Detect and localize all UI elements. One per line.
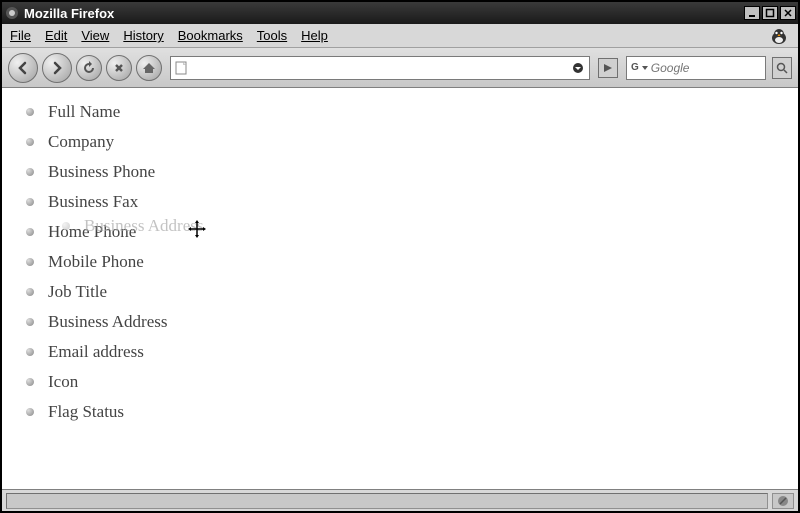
stop-button[interactable]	[106, 55, 132, 81]
mascot-icon	[768, 25, 790, 47]
list-item-label: Full Name	[48, 102, 120, 122]
list-item-label: Business Address	[48, 312, 167, 332]
menu-edit[interactable]: Edit	[45, 28, 67, 43]
sortable-list: Full Name Company Business Phone Busines…	[2, 88, 798, 446]
menu-file[interactable]: File	[10, 28, 31, 43]
home-button[interactable]	[136, 55, 162, 81]
bullet-icon	[26, 348, 34, 356]
back-button[interactable]	[8, 53, 38, 83]
list-item[interactable]: Mobile Phone	[26, 252, 774, 272]
list-item[interactable]: Home Phone	[26, 222, 774, 242]
list-item[interactable]: Icon	[26, 372, 774, 392]
menu-history[interactable]: History	[123, 28, 163, 43]
bullet-icon	[26, 228, 34, 236]
list-item[interactable]: Job Title	[26, 282, 774, 302]
bullet-icon	[26, 318, 34, 326]
list-item-label: Job Title	[48, 282, 107, 302]
list-item-label: Home Phone	[48, 222, 136, 242]
bullet-icon	[26, 408, 34, 416]
search-engine-dropdown-icon[interactable]	[641, 64, 649, 72]
reload-button[interactable]	[76, 55, 102, 81]
statusbar	[2, 489, 798, 511]
bullet-icon	[26, 288, 34, 296]
bullet-icon	[26, 108, 34, 116]
maximize-button[interactable]	[762, 6, 778, 20]
list-item-label: Flag Status	[48, 402, 124, 422]
list-item[interactable]: Company	[26, 132, 774, 152]
page-icon	[175, 61, 189, 75]
list-item[interactable]: Business Fax	[26, 192, 774, 212]
list-item-label: Company	[48, 132, 114, 152]
close-button[interactable]	[780, 6, 796, 20]
list-item-label: Business Phone	[48, 162, 155, 182]
list-item[interactable]: Business Phone	[26, 162, 774, 182]
search-engine-icon[interactable]: G	[631, 61, 639, 75]
list-item[interactable]: Email address	[26, 342, 774, 362]
titlebar: Mozilla Firefox	[2, 2, 798, 24]
bullet-icon	[26, 378, 34, 386]
bullet-icon	[26, 198, 34, 206]
bullet-icon	[26, 258, 34, 266]
list-item[interactable]: Flag Status	[26, 402, 774, 422]
search-button[interactable]	[772, 57, 792, 79]
list-item-label: Icon	[48, 372, 78, 392]
status-text-well	[6, 493, 768, 509]
app-window: Mozilla Firefox File Edit View History B…	[0, 0, 800, 513]
menu-bookmarks[interactable]: Bookmarks	[178, 28, 243, 43]
forward-button[interactable]	[42, 53, 72, 83]
go-button[interactable]	[598, 58, 618, 78]
bullet-icon	[26, 168, 34, 176]
menu-help[interactable]: Help	[301, 28, 328, 43]
page-content: Full Name Company Business Phone Busines…	[2, 88, 798, 489]
list-item[interactable]: Business Address	[26, 312, 774, 332]
search-bar[interactable]: G	[626, 56, 766, 80]
navigation-toolbar: G	[2, 48, 798, 88]
url-bar[interactable]	[170, 56, 590, 80]
menu-tools[interactable]: Tools	[257, 28, 287, 43]
firefox-icon	[4, 5, 20, 21]
list-item-label: Business Fax	[48, 192, 138, 212]
url-dropdown-icon[interactable]	[571, 61, 585, 75]
minimize-button[interactable]	[744, 6, 760, 20]
list-item-label: Email address	[48, 342, 144, 362]
list-item[interactable]: Full Name	[26, 102, 774, 122]
menu-view[interactable]: View	[81, 28, 109, 43]
security-icon[interactable]	[772, 493, 794, 509]
url-input[interactable]	[193, 61, 571, 75]
window-title: Mozilla Firefox	[24, 6, 742, 21]
bullet-icon	[26, 138, 34, 146]
list-item-label: Mobile Phone	[48, 252, 144, 272]
menubar: File Edit View History Bookmarks Tools H…	[2, 24, 798, 48]
